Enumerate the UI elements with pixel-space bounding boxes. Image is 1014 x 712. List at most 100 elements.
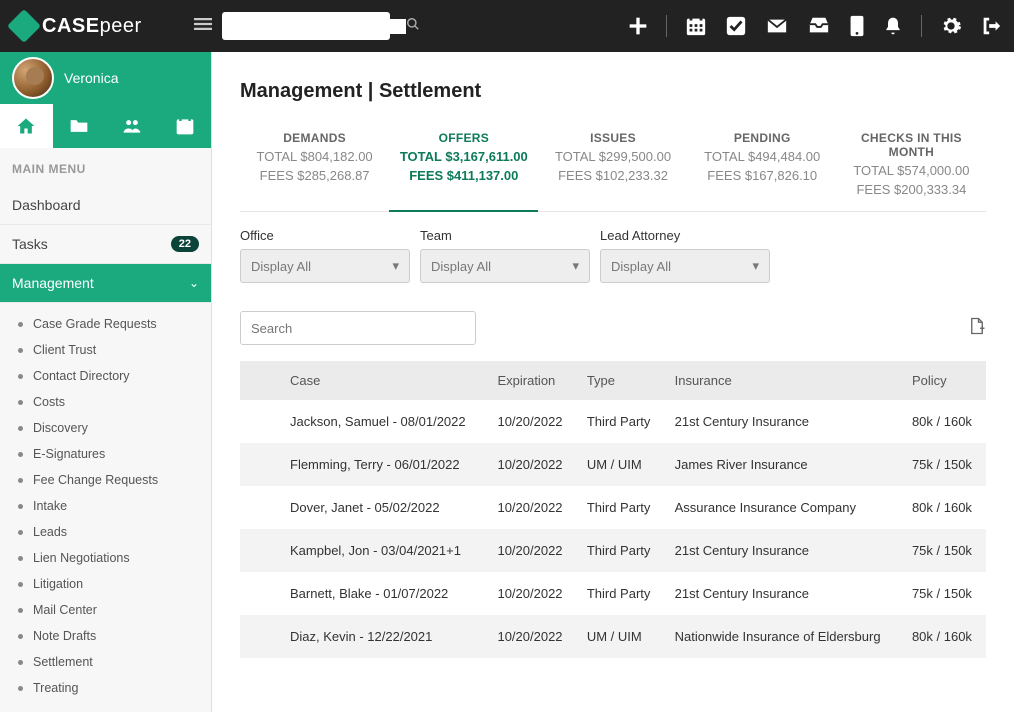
cell-exp: 10/20/2022 [487,529,576,572]
sidebar-subitem[interactable]: Treating [0,675,211,701]
tab-people[interactable] [106,104,159,148]
table-search-input[interactable] [240,311,476,345]
cell-type: Third Party [577,529,665,572]
col-type[interactable]: Type [577,361,665,400]
tab-calendar[interactable] [158,104,211,148]
sidebar-subitem[interactable]: Note Drafts [0,623,211,649]
office-select[interactable]: Display All▾ [240,249,410,283]
sidebar-subitem[interactable]: Client Trust [0,337,211,363]
cell-policy: 80k / 160k [902,615,986,658]
stat-fees: FEES $102,233.32 [542,168,683,183]
cell-exp: 10/20/2022 [487,486,576,529]
sidebar-subitem[interactable]: Leads [0,519,211,545]
stat-total: TOTAL $804,182.00 [244,149,385,164]
sidebar-subitem[interactable]: Costs [0,389,211,415]
team-select[interactable]: Display All▾ [420,249,590,283]
cell-ins: Nationwide Insurance of Eldersburg [665,615,902,658]
stat-tabs: DEMANDS TOTAL $804,182.00 FEES $285,268.… [240,123,986,212]
stat-total: TOTAL $3,167,611.00 [393,149,534,164]
sidebar-tabs [0,104,211,148]
bell-icon[interactable] [883,15,903,37]
export-icon[interactable] [968,316,986,341]
gear-icon[interactable] [940,15,962,37]
plus-icon[interactable] [628,16,648,36]
check-icon[interactable] [725,15,747,37]
stat-tab[interactable]: PENDING TOTAL $494,484.00 FEES $167,826.… [688,123,837,211]
logout-icon[interactable] [980,15,1002,37]
stat-tab[interactable]: CHECKS IN THIS MONTH TOTAL $574,000.00 F… [837,123,986,211]
calendar-icon[interactable] [685,15,707,37]
global-search[interactable] [222,12,390,40]
cell-type: UM / UIM [577,615,665,658]
stat-tab[interactable]: ISSUES TOTAL $299,500.00 FEES $102,233.3… [538,123,687,211]
stat-total: TOTAL $574,000.00 [841,163,982,178]
cell-case: Dover, Janet - 05/02/2022 [240,486,487,529]
stat-tab[interactable]: DEMANDS TOTAL $804,182.00 FEES $285,268.… [240,123,389,211]
logo[interactable]: CASEpeer [12,14,142,38]
table-row[interactable]: Barnett, Blake - 01/07/2022 10/20/2022 T… [240,572,986,615]
sidebar-subitem[interactable]: E-Signatures [0,441,211,467]
cell-ins: James River Insurance [665,443,902,486]
table-row[interactable]: Dover, Janet - 05/02/2022 10/20/2022 Thi… [240,486,986,529]
topbar: CASEpeer [0,0,1014,52]
cell-policy: 75k / 150k [902,443,986,486]
main-content: Management | Settlement DEMANDS TOTAL $8… [212,52,1014,712]
inbox-icon[interactable] [807,15,831,37]
sidebar-subitem[interactable]: Intake [0,493,211,519]
cell-case: Flemming, Terry - 06/01/2022 [240,443,487,486]
stat-label: PENDING [692,131,833,145]
col-case[interactable]: Case [240,361,487,400]
sidebar-subitem[interactable]: Settlement [0,649,211,675]
cell-exp: 10/20/2022 [487,400,576,443]
sidebar: Veronica MAIN MENU Dashboard Tasks22 Man… [0,52,212,712]
table-row[interactable]: Kampbel, Jon - 03/04/2021+1 10/20/2022 T… [240,529,986,572]
col-policy[interactable]: Policy [902,361,986,400]
cell-policy: 80k / 160k [902,486,986,529]
tab-home[interactable] [0,104,53,148]
table-row[interactable]: Flemming, Terry - 06/01/2022 10/20/2022 … [240,443,986,486]
team-label: Team [420,228,590,243]
stat-tab[interactable]: OFFERS TOTAL $3,167,611.00 FEES $411,137… [389,123,538,212]
cell-type: Third Party [577,486,665,529]
menu-tasks[interactable]: Tasks22 [0,225,211,264]
cell-type: Third Party [577,400,665,443]
sidebar-subitem[interactable]: Discovery [0,415,211,441]
offers-table: Case Expiration Type Insurance Policy Ja… [240,361,986,658]
stat-total: TOTAL $494,484.00 [692,149,833,164]
sidebar-subitem[interactable]: Contact Directory [0,363,211,389]
chevron-down-icon: ⌄ [189,276,199,290]
user-block[interactable]: Veronica [0,52,211,104]
cell-case: Kampbel, Jon - 03/04/2021+1 [240,529,487,572]
mobile-icon[interactable] [849,15,865,37]
table-row[interactable]: Jackson, Samuel - 08/01/2022 10/20/2022 … [240,400,986,443]
cell-exp: 10/20/2022 [487,443,576,486]
stat-fees: FEES $285,268.87 [244,168,385,183]
office-label: Office [240,228,410,243]
stat-total: TOTAL $299,500.00 [542,149,683,164]
sidebar-subitem[interactable]: Case Grade Requests [0,311,211,337]
sidebar-subitem[interactable]: Litigation [0,571,211,597]
table-row[interactable]: Diaz, Kevin - 12/22/2021 10/20/2022 UM /… [240,615,986,658]
hamburger-icon[interactable] [194,15,212,38]
cell-type: Third Party [577,572,665,615]
sidebar-subitem[interactable]: Lien Negotiations [0,545,211,571]
logo-text: CASEpeer [42,15,142,38]
attorney-select[interactable]: Display All▾ [600,249,770,283]
menu-dashboard[interactable]: Dashboard [0,186,211,225]
menu-management[interactable]: Management⌄ [0,264,211,303]
sidebar-subitem[interactable]: Mail Center [0,597,211,623]
cell-case: Diaz, Kevin - 12/22/2021 [240,615,487,658]
col-expiration[interactable]: Expiration [487,361,576,400]
cell-exp: 10/20/2022 [487,615,576,658]
sidebar-subitem[interactable]: Fee Change Requests [0,467,211,493]
tab-folder[interactable] [53,104,106,148]
global-search-input[interactable] [230,19,406,34]
user-name: Veronica [64,70,118,86]
chevron-down-icon: ▾ [752,258,759,274]
cell-case: Barnett, Blake - 01/07/2022 [240,572,487,615]
stat-fees: FEES $200,333.34 [841,182,982,197]
cell-ins: 21st Century Insurance [665,529,902,572]
stat-label: CHECKS IN THIS MONTH [841,131,982,159]
mail-icon[interactable] [765,15,789,37]
col-insurance[interactable]: Insurance [665,361,902,400]
